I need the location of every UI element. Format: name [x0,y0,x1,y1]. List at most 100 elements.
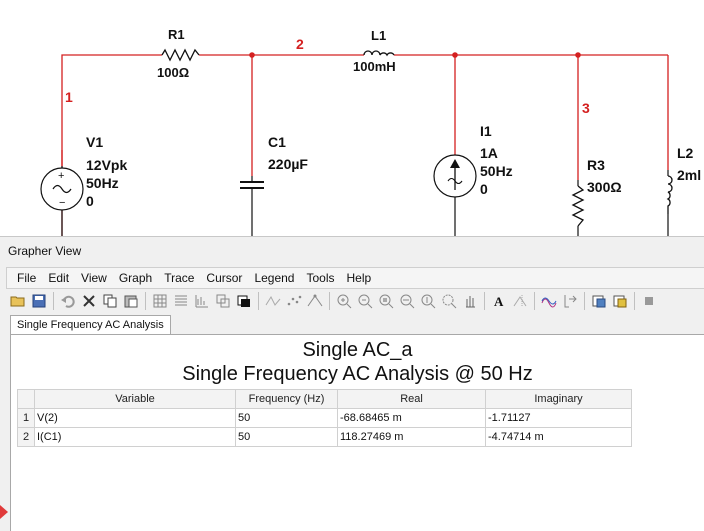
circuit-schematic: R1 100Ω L1 100mH 1 2 3 + − V1 12Vpk 50Hz… [40,27,701,240]
node-label-1: 1 [65,89,73,105]
cell-variable: V(2) [34,408,236,428]
settings-icon[interactable] [610,291,630,311]
inductor-l2-symbol[interactable] [665,175,673,214]
header-corner[interactable] [17,389,35,409]
v1-frequency: 50Hz [86,175,119,191]
l1-value: 100mH [353,59,396,74]
open-icon[interactable] [8,291,28,311]
i1-phase: 0 [480,181,488,197]
resistor-r3-symbol[interactable] [571,185,585,227]
menu-cursor[interactable]: Cursor [200,271,248,285]
cell-variable: I(C1) [34,427,236,447]
toolbar-separator [634,292,635,310]
toolbar-separator [329,292,330,310]
list-icon[interactable] [171,291,191,311]
export-icon[interactable] [560,291,580,311]
pan-icon[interactable] [460,291,480,311]
cell-frequency: 50 [235,427,338,447]
cell-frequency: 50 [235,408,338,428]
points-icon[interactable] [284,291,304,311]
v1-name: V1 [86,134,103,150]
cell-imaginary: -1.71127 [485,408,632,428]
i1-name: I1 [480,123,492,139]
analysis-description: Single Frequency AC Analysis @ 50 Hz [182,363,533,385]
cell-imaginary: -4.74714 m [485,427,632,447]
toolbar: A [6,289,704,313]
trace-icon[interactable] [539,291,559,311]
cell-real: 118.27469 m [337,427,486,447]
menu-graph[interactable]: Graph [113,271,158,285]
toolbar-separator [584,292,585,310]
svg-text:+: + [58,170,64,182]
paste-icon[interactable] [121,291,141,311]
column-header-frequency[interactable]: Frequency (Hz) [235,389,338,409]
svg-text:A: A [494,294,504,309]
resistor-r1-symbol[interactable] [161,48,200,62]
undo-icon[interactable] [58,291,78,311]
toolbar-separator [145,292,146,310]
stop-icon[interactable] [639,291,659,311]
c1-name: C1 [268,134,286,150]
row-number[interactable]: 1 [17,408,35,428]
grapher-view-window: Grapher View File Edit View Graph Trace … [0,236,704,531]
window-icon[interactable] [234,291,254,311]
r1-name: R1 [168,27,185,42]
zoom-fit-icon[interactable] [376,291,396,311]
toolbar-separator [534,292,535,310]
tab-single-frequency-ac-analysis[interactable]: Single Frequency AC Analysis [10,315,171,335]
row-number[interactable]: 2 [17,427,35,447]
current-source-i1-symbol[interactable] [433,154,477,198]
menu-bar: File Edit View Graph Trace Cursor Legend… [6,267,704,289]
peak-icon[interactable] [305,291,325,311]
results-table: Variable Frequency (Hz) Real Imaginary 1… [17,389,632,447]
plot-icon[interactable] [192,291,212,311]
overlay-icon[interactable] [213,291,233,311]
zoom-out-icon[interactable] [355,291,375,311]
save-icon[interactable] [29,291,49,311]
column-header-imaginary[interactable]: Imaginary [485,389,632,409]
analysis-name: Single AC_a [302,339,413,361]
inductor-l1-symbol[interactable] [363,50,395,58]
analysis-content: Single AC_a Single Frequency AC Analysis… [10,334,704,531]
zoom-in-icon[interactable] [334,291,354,311]
v1-amplitude: 12Vpk [86,157,127,173]
svg-text:−: − [59,197,65,209]
waveform-icon[interactable] [263,291,283,311]
menu-tools[interactable]: Tools [300,271,340,285]
r3-value: 300Ω [587,179,622,195]
l1-name: L1 [371,28,386,43]
window-title: Grapher View [0,237,704,265]
table-row[interactable]: 1 V(2) 50 -68.68465 m -1.71127 [17,408,632,428]
r3-name: R3 [587,157,605,173]
menu-trace[interactable]: Trace [158,271,200,285]
table-header-row: Variable Frequency (Hz) Real Imaginary [17,389,632,409]
column-header-variable[interactable]: Variable [34,389,236,409]
table-row[interactable]: 2 I(C1) 50 118.27469 m -4.74714 m [17,427,632,447]
zoom-area-icon[interactable] [439,291,459,311]
toolbar-separator [484,292,485,310]
print-icon[interactable] [589,291,609,311]
copy-icon[interactable] [100,291,120,311]
cursor-icon[interactable] [510,291,530,311]
l2-value: 2ml [677,167,701,183]
i1-frequency: 50Hz [480,163,513,179]
menu-view[interactable]: View [75,271,113,285]
v1-phase: 0 [86,193,94,209]
text-icon[interactable]: A [489,291,509,311]
voltage-source-v1-symbol[interactable]: + − [40,167,84,211]
delete-icon[interactable] [79,291,99,311]
menu-edit[interactable]: Edit [42,271,75,285]
r1-value: 100Ω [157,65,189,80]
node-label-3: 3 [582,100,590,116]
menu-help[interactable]: Help [341,271,378,285]
menu-file[interactable]: File [7,271,42,285]
tab-strip: Single Frequency AC Analysis [6,315,704,335]
toolbar-separator [258,292,259,310]
grid-icon[interactable] [150,291,170,311]
zoom-y-icon[interactable] [418,291,438,311]
zoom-x-icon[interactable] [397,291,417,311]
c1-value: 220µF [268,156,308,172]
column-header-real[interactable]: Real [337,389,486,409]
capacitor-c1-symbol[interactable] [240,181,264,189]
menu-legend[interactable]: Legend [248,271,300,285]
